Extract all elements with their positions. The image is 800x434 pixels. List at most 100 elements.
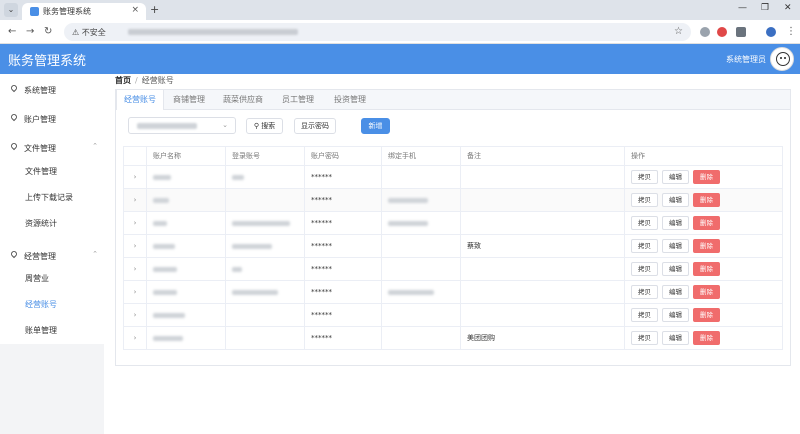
redacted-text	[232, 174, 244, 180]
sidebar-item-business-accounts[interactable]: 经营账号	[25, 299, 57, 310]
copy-button[interactable]: 拷贝	[631, 308, 658, 322]
expand-row-icon[interactable]: ›	[123, 188, 147, 212]
browser-menu-icon[interactable]: ⋮	[786, 26, 796, 37]
close-tab-icon[interactable]: ×	[131, 5, 139, 15]
edit-button[interactable]: 编辑	[662, 216, 689, 230]
delete-button[interactable]: 删除	[693, 216, 720, 230]
shield-extension-icon[interactable]	[700, 27, 710, 37]
edit-button[interactable]: 编辑	[662, 285, 689, 299]
breadcrumb: 首页 / 经营账号	[115, 75, 174, 86]
password-cell: ******	[304, 211, 382, 235]
copy-button[interactable]: 拷贝	[631, 170, 658, 184]
copy-button[interactable]: 拷贝	[631, 331, 658, 345]
password-cell: ******	[304, 165, 382, 189]
expand-row-icon[interactable]: ›	[123, 326, 147, 350]
new-tab-icon[interactable]: +	[150, 3, 159, 16]
edit-button[interactable]: 编辑	[662, 331, 689, 345]
reload-icon[interactable]: ↻	[44, 26, 52, 37]
forward-icon[interactable]: →	[26, 26, 34, 37]
tab-search-icon[interactable]: ⌄	[4, 3, 18, 17]
account-name-cell	[146, 234, 226, 258]
tab-business-accounts[interactable]: 经营账号	[116, 90, 164, 110]
sidebar-item-resource-stats[interactable]: 资源统计	[25, 218, 57, 229]
table-row[interactable]: › ****** 美团团购 拷贝 编辑 删除	[123, 326, 783, 350]
location-pin-icon	[9, 83, 19, 93]
copy-button[interactable]: 拷贝	[631, 262, 658, 276]
avatar-eye-icon	[784, 57, 786, 59]
copy-button[interactable]: 拷贝	[631, 239, 658, 253]
back-icon[interactable]: ←	[8, 26, 16, 37]
password-cell: ******	[304, 326, 382, 350]
not-secure-label[interactable]: ⚠ 不安全	[72, 27, 106, 38]
delete-button[interactable]: 删除	[693, 239, 720, 253]
delete-button[interactable]: 删除	[693, 285, 720, 299]
extensions-puzzle-icon[interactable]	[736, 27, 746, 37]
url-field[interactable]: ⚠ 不安全 ☆	[64, 23, 691, 41]
account-select-value	[137, 123, 197, 129]
edit-button[interactable]: 编辑	[662, 170, 689, 184]
show-password-button[interactable]: 显示密码	[294, 118, 336, 134]
table-row[interactable]: › ****** 拷贝 编辑 删除	[123, 188, 783, 212]
table-row[interactable]: › ****** 拷贝 编辑 删除	[123, 211, 783, 235]
redacted-text	[388, 197, 428, 203]
table-row[interactable]: › ****** 拷贝 编辑 删除	[123, 257, 783, 281]
minimize-icon[interactable]: —	[738, 3, 747, 13]
maximize-icon[interactable]: ❐	[761, 3, 769, 13]
browser-tab[interactable]: 账务管理系统 ×	[22, 3, 146, 20]
edit-button[interactable]: 编辑	[662, 239, 689, 253]
edit-button[interactable]: 编辑	[662, 193, 689, 207]
search-button[interactable]: ⚲ 搜索	[246, 118, 283, 134]
account-name-cell	[146, 211, 226, 235]
delete-button[interactable]: 删除	[693, 308, 720, 322]
table-row[interactable]: › ****** 拷贝 编辑 删除	[123, 303, 783, 327]
table-row[interactable]: › ****** 蔡致 拷贝 编辑 删除	[123, 234, 783, 258]
delete-button[interactable]: 删除	[693, 262, 720, 276]
phone-cell	[381, 257, 461, 281]
phone-cell	[381, 280, 461, 304]
sidebar-item-file-management[interactable]: 文件管理	[25, 166, 57, 177]
expand-row-icon[interactable]: ›	[123, 303, 147, 327]
actions-cell: 拷贝 编辑 删除	[624, 303, 783, 327]
copy-button[interactable]: 拷贝	[631, 193, 658, 207]
tab-vegetable-suppliers[interactable]: 蔬菜供应商	[214, 90, 272, 110]
sidebar-group-operations[interactable]: 经营管理 ⌃	[0, 244, 104, 268]
adblock-extension-icon[interactable]	[717, 27, 727, 37]
copy-button[interactable]: 拷贝	[631, 216, 658, 230]
sidebar-group-account[interactable]: 账户管理	[0, 107, 104, 131]
delete-button[interactable]: 删除	[693, 170, 720, 184]
sidebar-item-upload-download[interactable]: 上传下载记录	[25, 192, 73, 203]
sidebar-group-label: 文件管理	[24, 144, 56, 153]
user-name[interactable]: 系统管理员	[726, 54, 766, 65]
breadcrumb-home[interactable]: 首页	[115, 76, 131, 85]
add-button[interactable]: 新增	[361, 118, 390, 134]
main-panel: 经营账号 商铺管理 蔬菜供应商 员工管理 投资管理 ⌄ ⚲ 搜索 显示密码 新增…	[115, 89, 791, 366]
location-pin-icon	[9, 249, 19, 259]
tab-shop-management[interactable]: 商铺管理	[164, 90, 214, 110]
account-name-cell	[146, 188, 226, 212]
actions-cell: 拷贝 编辑 删除	[624, 280, 783, 304]
sidebar-item-bills[interactable]: 账单管理	[25, 325, 57, 336]
edit-button[interactable]: 编辑	[662, 262, 689, 276]
actions-cell: 拷贝 编辑 删除	[624, 165, 783, 189]
table-row[interactable]: › ****** 拷贝 编辑 删除	[123, 280, 783, 304]
close-window-icon[interactable]: ✕	[784, 3, 792, 13]
delete-button[interactable]: 删除	[693, 193, 720, 207]
expand-row-icon[interactable]: ›	[123, 234, 147, 258]
sidebar-group-system[interactable]: 系统管理	[0, 78, 104, 102]
account-select[interactable]: ⌄	[128, 117, 236, 134]
expand-row-icon[interactable]: ›	[123, 280, 147, 304]
sidebar-group-files[interactable]: 文件管理 ⌃	[0, 136, 104, 160]
user-avatar[interactable]	[770, 47, 794, 71]
expand-row-icon[interactable]: ›	[123, 211, 147, 235]
table-row[interactable]: › ****** 拷贝 编辑 删除	[123, 165, 783, 189]
bookmark-star-icon[interactable]: ☆	[674, 26, 683, 37]
edit-button[interactable]: 编辑	[662, 308, 689, 322]
expand-row-icon[interactable]: ›	[123, 165, 147, 189]
sidebar-item-weekly[interactable]: 周营业	[25, 273, 49, 284]
expand-row-icon[interactable]: ›	[123, 257, 147, 281]
delete-button[interactable]: 删除	[693, 331, 720, 345]
profile-icon[interactable]	[766, 27, 776, 37]
copy-button[interactable]: 拷贝	[631, 285, 658, 299]
tab-investment-management[interactable]: 投资管理	[324, 90, 376, 110]
tab-staff-management[interactable]: 员工管理	[272, 90, 324, 110]
